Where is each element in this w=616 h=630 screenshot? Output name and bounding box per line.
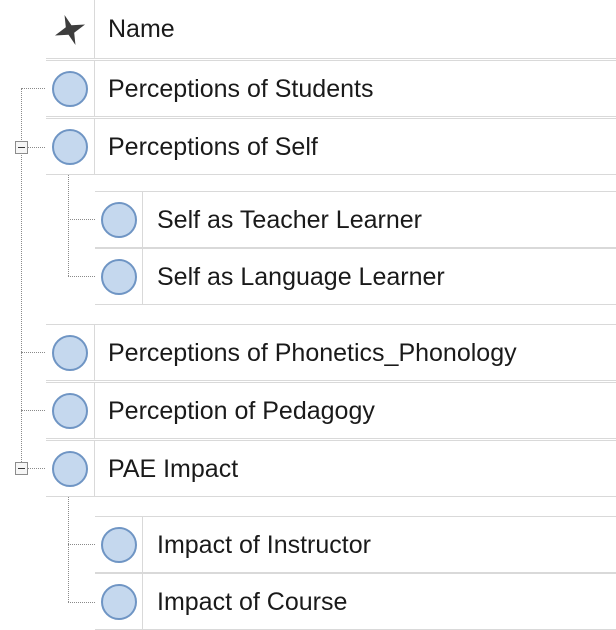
node-circle-icon	[101, 202, 137, 238]
node-circle-icon	[52, 393, 88, 429]
node-circle-icon	[52, 129, 88, 165]
node-circle-icon	[52, 335, 88, 371]
tree-connector	[68, 544, 97, 545]
tree-connector	[68, 219, 97, 220]
tree-row[interactable]: Impact of Instructor	[95, 516, 616, 573]
node-circle-icon	[101, 527, 137, 563]
collapse-toggle[interactable]	[15, 462, 28, 475]
tree-row[interactable]: Impact of Course	[95, 573, 616, 630]
node-label: Perception of Pedagogy	[108, 397, 375, 425]
cell-separator	[94, 383, 95, 438]
tree-row[interactable]: Perceptions of Self	[46, 118, 616, 175]
tree-row[interactable]: Self as Language Learner	[95, 248, 616, 305]
node-label: Self as Teacher Learner	[157, 206, 422, 234]
tree-row[interactable]: PAE Impact	[46, 440, 616, 497]
tree-connector	[68, 160, 69, 276]
node-label: Perceptions of Self	[108, 133, 318, 161]
cell-separator	[142, 249, 143, 304]
collapse-toggle[interactable]	[15, 141, 28, 154]
cell-separator	[94, 119, 95, 174]
tree-connector	[21, 352, 49, 353]
cell-separator	[142, 517, 143, 572]
cell-separator	[94, 325, 95, 380]
tree-connector	[21, 88, 49, 89]
tree-connector	[68, 490, 69, 602]
nodes-star-icon	[54, 14, 86, 46]
node-label: Self as Language Learner	[157, 263, 445, 291]
tree-row[interactable]: Perceptions of Students	[46, 60, 616, 117]
node-circle-icon	[52, 451, 88, 487]
name-column-label: Name	[108, 15, 175, 43]
node-label: PAE Impact	[108, 455, 239, 483]
node-circle-icon	[52, 71, 88, 107]
cell-separator	[142, 192, 143, 247]
node-circle-icon	[101, 259, 137, 295]
column-separator	[94, 0, 95, 58]
node-label: Impact of Course	[157, 588, 348, 616]
node-label: Impact of Instructor	[157, 531, 371, 559]
tree-row[interactable]: Self as Teacher Learner	[95, 191, 616, 248]
tree-row[interactable]: Perceptions of Phonetics_Phonology	[46, 324, 616, 381]
node-tree: Name Perceptions of Students Perceptions…	[0, 0, 616, 630]
tree-connector	[68, 602, 97, 603]
node-circle-icon	[101, 584, 137, 620]
cell-separator	[94, 441, 95, 496]
tree-connector	[68, 276, 97, 277]
node-label: Perceptions of Phonetics_Phonology	[108, 339, 517, 367]
cell-separator	[142, 574, 143, 629]
cell-separator	[94, 61, 95, 116]
tree-row[interactable]: Perception of Pedagogy	[46, 382, 616, 439]
column-header[interactable]: Name	[46, 0, 616, 59]
tree-connector	[21, 410, 49, 411]
node-label: Perceptions of Students	[108, 75, 374, 103]
